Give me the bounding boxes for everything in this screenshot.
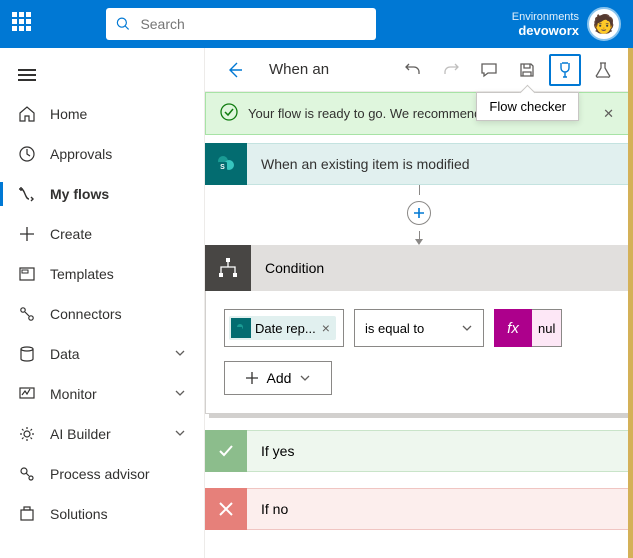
data-icon	[18, 345, 36, 363]
test-button[interactable]	[587, 54, 619, 86]
save-button[interactable]	[511, 54, 543, 86]
solutions-icon	[18, 505, 36, 523]
sidebar-item-process-advisor[interactable]: Process advisor	[0, 454, 204, 494]
flow-title: When an	[269, 61, 329, 78]
condition-icon	[205, 245, 251, 291]
environment-label: Environments	[512, 10, 579, 24]
dynamic-content-pill: Date rep... ×	[229, 316, 336, 340]
sidebar-item-monitor[interactable]: Monitor	[0, 374, 204, 414]
sidebar-item-label: AI Builder	[50, 426, 111, 442]
sidebar-item-approvals[interactable]: Approvals	[0, 134, 204, 174]
sidebar-item-create[interactable]: Create	[0, 214, 204, 254]
chevron-down-icon	[174, 426, 186, 442]
plus-icon	[18, 225, 36, 243]
banner-text: Your flow is ready to go. We recommend y…	[248, 106, 499, 121]
avatar[interactable]: 🧑	[587, 7, 621, 41]
chevron-down-icon	[174, 386, 186, 402]
menu-toggle-icon[interactable]	[0, 56, 204, 94]
comments-button[interactable]	[473, 54, 505, 86]
flow-checker-tooltip: Flow checker	[476, 92, 579, 121]
x-icon	[205, 488, 247, 530]
svg-text:S: S	[220, 164, 225, 171]
remove-pill-icon[interactable]: ×	[320, 320, 332, 336]
sidebar-item-home[interactable]: Home	[0, 94, 204, 134]
if-no-label: If no	[247, 488, 633, 530]
operator-label: is equal to	[365, 321, 424, 336]
undo-button[interactable]	[397, 54, 429, 86]
chevron-down-icon	[299, 372, 311, 384]
fx-icon: fx	[494, 309, 532, 347]
environment-name: devoworx	[512, 24, 579, 38]
add-condition-button[interactable]: Add	[224, 361, 332, 395]
close-icon[interactable]: ✕	[599, 106, 618, 122]
back-button[interactable]	[219, 54, 251, 86]
sidebar-item-label: Approvals	[50, 146, 112, 162]
scrollbar-edge	[628, 48, 633, 558]
sidebar-item-solutions[interactable]: Solutions	[0, 494, 204, 534]
sidebar-item-label: Connectors	[50, 306, 122, 322]
search-box[interactable]	[106, 8, 376, 40]
condition-label: Condition	[251, 245, 633, 291]
sharepoint-icon	[231, 318, 251, 338]
sidebar-item-label: Create	[50, 226, 92, 242]
pill-label: Date rep...	[255, 321, 316, 336]
sidebar-item-label: Process advisor	[50, 466, 150, 482]
chevron-down-icon	[461, 322, 473, 334]
condition-value-right[interactable]: nul	[532, 309, 562, 347]
sidebar: Home Approvals My flows Create Templates…	[0, 48, 205, 558]
ai-builder-icon	[18, 425, 36, 443]
home-icon	[18, 105, 36, 123]
approvals-icon	[18, 145, 36, 163]
if-yes-label: If yes	[247, 430, 633, 472]
sharepoint-icon: S	[205, 143, 247, 185]
search-icon	[116, 16, 130, 32]
sidebar-item-label: Templates	[50, 266, 114, 282]
if-yes-branch[interactable]: If yes	[205, 430, 633, 472]
sidebar-item-label: Solutions	[50, 506, 108, 522]
process-advisor-icon	[18, 465, 36, 483]
add-step-button[interactable]	[407, 201, 431, 225]
monitor-icon	[18, 385, 36, 403]
sidebar-item-ai-builder[interactable]: AI Builder	[0, 414, 204, 454]
sidebar-item-templates[interactable]: Templates	[0, 254, 204, 294]
trigger-step[interactable]: S When an existing item is modified	[205, 143, 633, 185]
flow-checker-button[interactable]	[549, 54, 581, 86]
sidebar-item-label: Home	[50, 106, 87, 122]
search-input[interactable]	[140, 16, 366, 32]
sidebar-item-label: My flows	[50, 186, 109, 202]
condition-value-left[interactable]: Date rep... ×	[224, 309, 344, 347]
templates-icon	[18, 265, 36, 283]
condition-card: Condition Date rep... × is equal to	[205, 245, 633, 414]
if-no-branch[interactable]: If no	[205, 488, 633, 530]
chevron-down-icon	[174, 346, 186, 362]
condition-header[interactable]: Condition	[205, 245, 633, 291]
connectors-icon	[18, 305, 36, 323]
check-circle-icon	[220, 103, 238, 124]
plus-icon	[245, 371, 259, 385]
sidebar-item-connectors[interactable]: Connectors	[0, 294, 204, 334]
check-icon	[205, 430, 247, 472]
sidebar-item-data[interactable]: Data	[0, 334, 204, 374]
trigger-label: When an existing item is modified	[247, 143, 633, 185]
sidebar-item-my-flows[interactable]: My flows	[0, 174, 204, 214]
flows-icon	[18, 185, 36, 203]
sidebar-item-label: Monitor	[50, 386, 97, 402]
sidebar-item-label: Data	[50, 346, 80, 362]
add-label: Add	[267, 370, 292, 386]
redo-button[interactable]	[435, 54, 467, 86]
app-launcher-icon[interactable]	[12, 12, 36, 36]
environment-picker[interactable]: Environments devoworx	[512, 10, 587, 38]
operator-select[interactable]: is equal to	[354, 309, 484, 347]
